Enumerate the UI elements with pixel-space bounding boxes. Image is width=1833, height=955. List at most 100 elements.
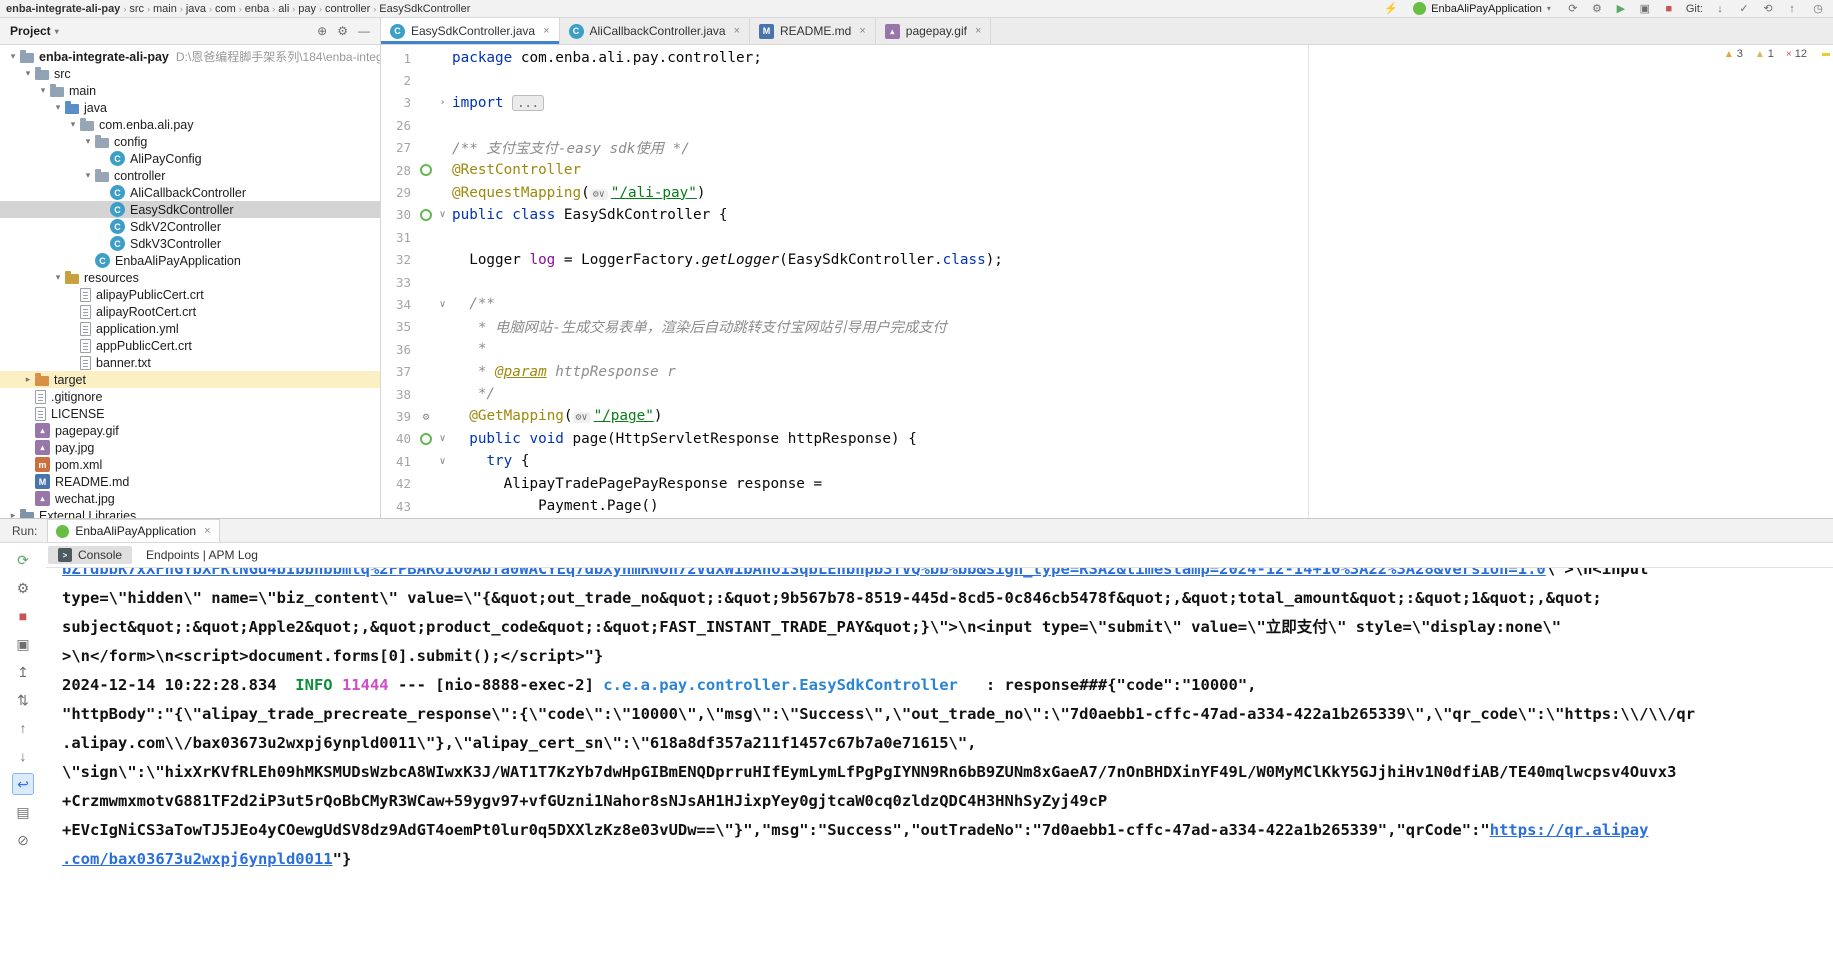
code-line[interactable]: 39 ⚙ @GetMapping(⚙∨ "/page") (381, 405, 1833, 427)
close-icon[interactable]: × (859, 25, 865, 37)
close-icon[interactable]: × (975, 25, 981, 37)
tree-item-wechat-jpg[interactable]: ▴ wechat.jpg (0, 490, 380, 507)
tree-item-banner-txt[interactable]: banner.txt (0, 354, 380, 371)
chevron-icon[interactable]: ▾ (81, 136, 95, 147)
breadcrumb-item-enba[interactable]: enba (245, 3, 269, 15)
breadcrumb-item-controller[interactable]: controller (325, 3, 370, 15)
tree-item-resources[interactable]: ▾ resources (0, 269, 380, 286)
tree-item-pagepay-gif[interactable]: ▴ pagepay.gif (0, 422, 380, 439)
breadcrumb-item-enba-integrate-ali-pay[interactable]: enba-integrate-ali-pay (6, 3, 120, 15)
stop-icon[interactable]: ■ (1660, 1, 1678, 17)
fold-toggle-icon[interactable]: › (435, 97, 450, 108)
chevron-icon[interactable]: ▾ (81, 170, 95, 181)
git-history-icon[interactable]: ⟲ (1759, 1, 1777, 17)
tree-item-java[interactable]: ▾ java (0, 99, 380, 116)
tree-item-target[interactable]: ▸ target (0, 371, 380, 388)
tab-readme-md[interactable]: M README.md × (750, 18, 876, 44)
console-tab-endpoints-apm-log[interactable]: Endpoints | APM Log (136, 546, 268, 564)
console[interactable]: bZfdbbK7xXFhGYbXFKtNGd4bIbbhbbmtq%2FPBAK… (46, 568, 1833, 955)
code-line[interactable]: 43 Payment.Page() (381, 495, 1833, 517)
sync-icon[interactable]: ⟳ (1564, 1, 1582, 17)
tree-item-external-libraries[interactable]: ▸ External Libraries (0, 507, 380, 518)
console-link[interactable]: https://qr.alipay (1490, 821, 1649, 839)
tree-item-sdkv3controller[interactable]: C SdkV3Controller (0, 235, 380, 252)
breadcrumb-item-pay[interactable]: pay (298, 3, 316, 15)
code-line[interactable]: 31 (381, 226, 1833, 248)
editor[interactable]: 1 package com.enba.ali.pay.controller; 2 3 ›… (381, 45, 1833, 518)
tree-item-controller[interactable]: ▾ controller (0, 167, 380, 184)
tree-item-sdkv2controller[interactable]: C SdkV2Controller (0, 218, 380, 235)
git-update-icon[interactable]: ↓ (1711, 1, 1729, 17)
code-line[interactable]: 3 › import ... (381, 92, 1833, 114)
tree-item-alipayrootcert-crt[interactable]: alipayRootCert.crt (0, 303, 380, 320)
code-line[interactable]: 29 @RequestMapping(⚙∨ "/ali-pay") (381, 181, 1833, 203)
code-line[interactable]: 40 ∨ public void page(HttpServletResponse… (381, 428, 1833, 450)
git-push-icon[interactable]: ↑ (1783, 1, 1801, 17)
code-line[interactable]: 33 (381, 271, 1833, 293)
tab-alicallbackcontroller-java[interactable]: C AliCallbackController.java × (559, 18, 750, 44)
fold-toggle-icon[interactable]: ∨ (435, 456, 450, 467)
locate-file-icon[interactable]: ⊕ (317, 24, 327, 38)
code-line[interactable]: 28 @RestController (381, 159, 1833, 181)
tree-item-alipayconfig[interactable]: C AliPayConfig (0, 150, 380, 167)
soft-wrap-icon[interactable]: ↩ (12, 773, 34, 795)
project-panel-title[interactable]: Project ▾ (10, 24, 59, 38)
breadcrumb-item-main[interactable]: main (153, 3, 177, 15)
hide-panel-icon[interactable]: — (358, 24, 370, 38)
close-icon[interactable]: × (204, 525, 210, 537)
tree-item-alipaypubliccert-crt[interactable]: alipayPublicCert.crt (0, 286, 380, 303)
code-line[interactable]: 35 * 电脑网站-生成交易表单，渲染后自动跳转支付宝网站引导用户完成支付 (381, 316, 1833, 338)
tree-item-application-yml[interactable]: application.yml (0, 320, 380, 337)
tab-pagepay-gif[interactable]: ▴ pagepay.gif × (875, 18, 992, 44)
error-stripe[interactable] (1819, 45, 1833, 518)
breadcrumb-item-ali[interactable]: ali (278, 3, 289, 15)
chevron-icon[interactable]: ▾ (6, 51, 20, 62)
tree-item-alicallbackcontroller[interactable]: C AliCallbackController (0, 184, 380, 201)
code-line[interactable]: 32 Logger log = LoggerFactory.getLogger(… (381, 249, 1833, 271)
code-line[interactable]: 41 ∨ try { (381, 450, 1833, 472)
fold-toggle-icon[interactable]: ∨ (435, 209, 450, 220)
chevron-icon[interactable]: ▾ (21, 68, 35, 79)
errors-indicator[interactable]: × 12 (1786, 48, 1807, 60)
git-commit-icon[interactable]: ✓ (1735, 1, 1753, 17)
code-line[interactable]: 36 * (381, 338, 1833, 360)
tree-item-src[interactable]: ▾ src (0, 65, 380, 82)
chevron-icon[interactable]: ▸ (21, 374, 35, 385)
code-line[interactable]: 27 /** 支付宝支付-easy sdk使用 */ (381, 137, 1833, 159)
tree-item-com-enba-ali-pay[interactable]: ▾ com.enba.ali.pay (0, 116, 380, 133)
chevron-icon[interactable]: ▾ (66, 119, 80, 130)
breadcrumb-item-java[interactable]: java (186, 3, 206, 15)
code-line[interactable]: 42 AlipayTradePagePayResponse response = (381, 472, 1833, 494)
chevron-icon[interactable]: ▸ (6, 510, 20, 518)
rerun-icon[interactable]: ⟳ (12, 549, 34, 571)
run-config-combo[interactable]: EnbaAliPayApplication ▾ (1408, 2, 1556, 15)
stop-icon[interactable]: ■ (12, 605, 34, 627)
code-line[interactable]: 37 * @param httpResponse r (381, 360, 1833, 382)
next-occurrence-icon[interactable]: ↓ (12, 745, 34, 767)
spring-bean-gutter-icon[interactable] (417, 433, 435, 445)
url-inlay-icon[interactable]: ⚙∨ (589, 188, 608, 200)
scroll-to-end-icon[interactable]: ⇅ (12, 689, 34, 711)
warnings-indicator[interactable]: ▲ 3 (1724, 48, 1743, 60)
tree-item-readme-md[interactable]: M README.md (0, 473, 380, 490)
breadcrumb-item-com[interactable]: com (215, 3, 236, 15)
code-line[interactable]: 1 package com.enba.ali.pay.controller; (381, 47, 1833, 69)
settings-icon[interactable]: ⚙ (337, 24, 348, 38)
run-tab[interactable]: EnbaAliPayApplication × (47, 519, 220, 542)
close-icon[interactable]: × (734, 25, 740, 37)
clock-icon[interactable]: ◷ (1809, 1, 1827, 17)
chevron-icon[interactable]: ▾ (51, 272, 65, 283)
breadcrumb-item-src[interactable]: src (129, 3, 144, 15)
tree-item-apppubliccert-crt[interactable]: appPublicCert.crt (0, 337, 380, 354)
tree-item-enba-integrate-ali-pay[interactable]: ▾ enba-integrate-ali-pay D:\恩爸编程脚手架系列\184\… (0, 48, 380, 65)
tree-item-enbaalipayapplication[interactable]: C EnbaAliPayApplication (0, 252, 380, 269)
code-line[interactable]: 34 ∨ /** (381, 293, 1833, 315)
console-tab-console[interactable]: > Console (48, 546, 133, 564)
chevron-icon[interactable]: ▾ (51, 102, 65, 113)
tab-easysdkcontroller-java[interactable]: C EasySdkController.java × (381, 18, 560, 44)
settings-icon[interactable]: ⚙ (12, 577, 34, 599)
tree-item-license[interactable]: LICENSE (0, 405, 380, 422)
tree-item-pom-xml[interactable]: m pom.xml (0, 456, 380, 473)
debug-icon[interactable]: ▣ (1636, 1, 1654, 17)
folded-region[interactable]: ... (512, 94, 544, 111)
